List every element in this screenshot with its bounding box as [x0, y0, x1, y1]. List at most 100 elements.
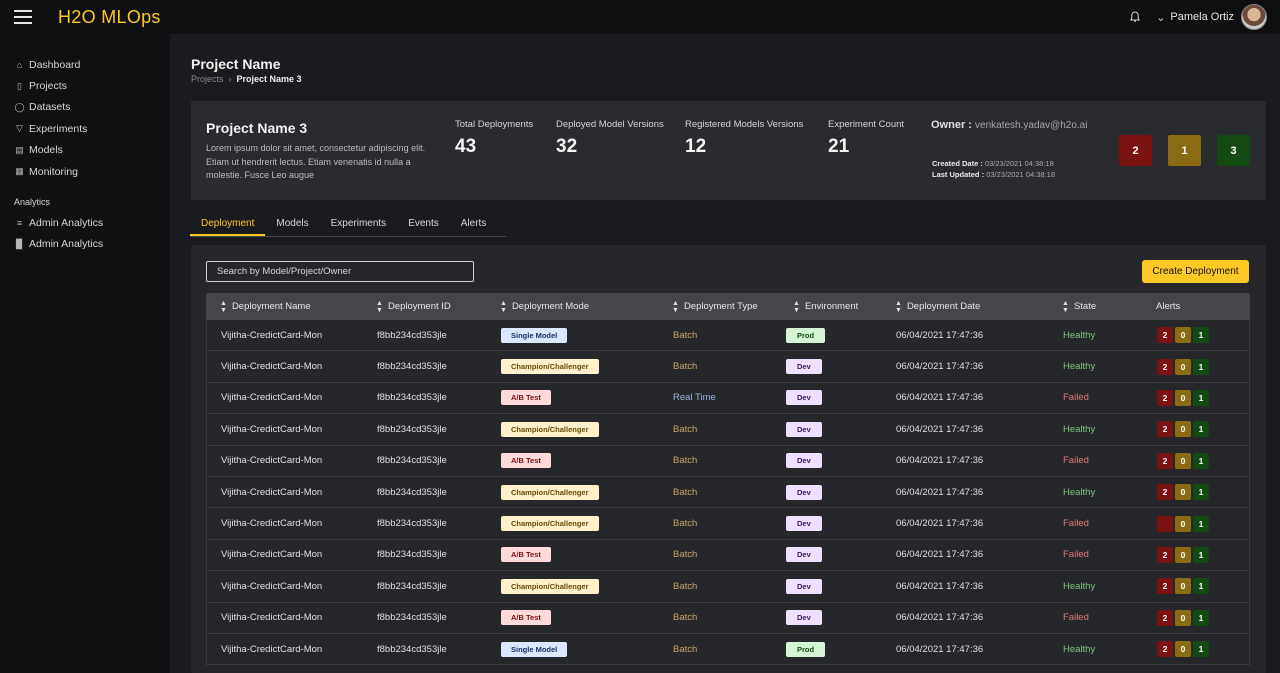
breadcrumb-projects[interactable]: Projects [191, 74, 224, 84]
sort-icon[interactable]: ▲ ▼ [895, 300, 902, 314]
alert-count-green[interactable]: 1 [1193, 641, 1209, 658]
table-row[interactable]: Vijitha-CredictCard-Mon f8bb234cd353jle Ch… [206, 571, 1250, 603]
avatar[interactable] [1241, 4, 1267, 30]
sort-icon[interactable]: ▲ ▼ [1062, 300, 1069, 314]
table-row[interactable]: Vijitha-CredictCard-Mon f8bb234cd353jle A/… [206, 445, 1250, 477]
alert-count-red[interactable]: 2 [1157, 389, 1173, 406]
cell-deployment-name[interactable]: Vijitha-CredictCard-Mon [207, 330, 377, 341]
cell-deployment-name[interactable]: Vijitha-CredictCard-Mon [207, 392, 377, 403]
alert-count-red[interactable]: 2 [1157, 421, 1173, 438]
cell-deployment-name[interactable]: Vijitha-CredictCard-Mon [207, 487, 377, 498]
table-row[interactable]: Vijitha-CredictCard-Mon f8bb234cd353jle A/… [206, 382, 1250, 415]
chevron-down-icon[interactable]: ⌄ [1156, 11, 1165, 24]
alert-count-green[interactable]: 1 [1193, 421, 1209, 438]
alert-badge-yellow[interactable]: 1 [1168, 135, 1201, 166]
alert-count-yellow[interactable]: 0 [1175, 641, 1191, 658]
sidebar-item-projects[interactable]: ▯ Projects [0, 75, 170, 96]
table-row[interactable]: Vijitha-CredictCard-Mon f8bb234cd353jle Ch… [206, 508, 1250, 540]
tab-deployment[interactable]: Deployment [190, 217, 266, 236]
alert-count-green[interactable]: 1 [1193, 327, 1209, 344]
table-row[interactable]: Vijitha-CredictCard-Mon f8bb234cd353jle Ch… [206, 351, 1250, 383]
column-header-deployment-name[interactable]: ▲ ▼ Deployment Name [206, 300, 376, 314]
alert-count-yellow[interactable]: 0 [1175, 421, 1191, 438]
alert-count-green[interactable]: 1 [1193, 578, 1209, 595]
sidebar-item-monitoring[interactable]: ▦ Monitoring [0, 161, 170, 182]
alert-count-red[interactable]: 2 [1157, 452, 1173, 469]
sort-icon[interactable]: ▲ ▼ [500, 300, 507, 314]
alert-count-red[interactable]: 2 [1157, 484, 1173, 501]
alert-count-green[interactable]: 1 [1193, 515, 1209, 532]
mode-badge: A/B Test [501, 547, 551, 563]
alert-count-red[interactable] [1157, 515, 1173, 532]
alert-count-green[interactable]: 1 [1193, 546, 1209, 563]
alert-count-yellow[interactable]: 0 [1175, 358, 1191, 375]
table-row[interactable]: Vijitha-CredictCard-Mon f8bb234cd353jle A/… [206, 539, 1250, 572]
column-header-deployment-mode[interactable]: ▲ ▼ Deployment Mode [498, 300, 658, 314]
column-header-environment[interactable]: ▲ ▼ Environment [778, 300, 895, 314]
alert-count-red[interactable]: 2 [1157, 546, 1173, 563]
search-input[interactable] [206, 261, 474, 282]
table-row[interactable]: Vijitha-CredictCard-Mon f8bb234cd353jle Ch… [206, 476, 1250, 509]
alert-count-green[interactable]: 1 [1193, 609, 1209, 626]
sidebar-item-admin-analytics[interactable]: ▉ Admin Analytics [0, 234, 170, 255]
alert-count-yellow[interactable]: 0 [1175, 389, 1191, 406]
cell-deployment-name[interactable]: Vijitha-CredictCard-Mon [207, 581, 377, 592]
alert-count-yellow[interactable]: 0 [1175, 515, 1191, 532]
user-name[interactable]: Pamela Ortiz [1170, 11, 1234, 23]
alert-count-red[interactable]: 2 [1157, 578, 1173, 595]
column-header-state[interactable]: ▲ ▼ State [1062, 300, 1156, 314]
table-row[interactable]: Vijitha-CredictCard-Mon f8bb234cd353jle Si… [206, 633, 1250, 666]
cell-deployment-name[interactable]: Vijitha-CredictCard-Mon [207, 455, 377, 466]
column-header-deployment-id[interactable]: ▲ ▼ Deployment ID [376, 300, 498, 314]
alert-count-yellow[interactable]: 0 [1175, 546, 1191, 563]
cell-deployment-type: Real Time [673, 392, 716, 404]
table-row[interactable]: Vijitha-CredictCard-Mon f8bb234cd353jle A/… [206, 602, 1250, 634]
table-row[interactable]: Vijitha-CredictCard-Mon f8bb234cd353jle Si… [206, 320, 1250, 352]
app-title[interactable]: H2O MLOps [58, 7, 161, 28]
menu-icon[interactable] [14, 10, 32, 24]
alert-badge-green[interactable]: 3 [1217, 135, 1250, 166]
alert-count-red[interactable]: 2 [1157, 327, 1173, 344]
sort-icon[interactable]: ▲ ▼ [793, 300, 800, 314]
cell-state: Healthy [1063, 329, 1096, 341]
alert-count-yellow[interactable]: 0 [1175, 327, 1191, 344]
create-deployment-button[interactable]: Create Deployment [1142, 260, 1249, 283]
table-row[interactable]: Vijitha-CredictCard-Mon f8bb234cd353jle Ch… [206, 414, 1250, 446]
cell-deployment-name[interactable]: Vijitha-CredictCard-Mon [207, 549, 377, 560]
sort-icon[interactable]: ▲ ▼ [220, 300, 227, 314]
alert-count-yellow[interactable]: 0 [1175, 484, 1191, 501]
cell-deployment-name[interactable]: Vijitha-CredictCard-Mon [207, 644, 377, 655]
tab-alerts[interactable]: Alerts [450, 217, 507, 236]
alert-count-red[interactable]: 2 [1157, 641, 1173, 658]
cell-deployment-name[interactable]: Vijitha-CredictCard-Mon [207, 361, 377, 372]
alert-count-green[interactable]: 1 [1193, 389, 1209, 406]
sort-icon[interactable]: ▲ ▼ [376, 300, 383, 314]
breadcrumb-current: Project Name 3 [236, 74, 302, 84]
alert-count-yellow[interactable]: 0 [1175, 609, 1191, 626]
sidebar-item-dashboard[interactable]: ⌂ Dashboard [0, 54, 170, 75]
cell-deployment-name[interactable]: Vijitha-CredictCard-Mon [207, 518, 377, 529]
alert-badge-red[interactable]: 2 [1119, 135, 1152, 166]
column-label: Deployment Mode [511, 301, 590, 312]
tab-events[interactable]: Events [397, 217, 450, 236]
tab-models[interactable]: Models [265, 217, 319, 236]
sort-icon[interactable]: ▲ ▼ [672, 300, 679, 314]
alert-count-green[interactable]: 1 [1193, 452, 1209, 469]
cell-deployment-name[interactable]: Vijitha-CredictCard-Mon [207, 612, 377, 623]
column-header-deployment-date[interactable]: ▲ ▼ Deployment Date [895, 300, 1062, 314]
alert-count-yellow[interactable]: 0 [1175, 452, 1191, 469]
cell-deployment-type: Batch [673, 549, 698, 561]
sidebar-item-datasets[interactable]: ◯ Datasets [0, 97, 170, 118]
alert-count-green[interactable]: 1 [1193, 358, 1209, 375]
alert-count-yellow[interactable]: 0 [1175, 578, 1191, 595]
alert-count-red[interactable]: 2 [1157, 609, 1173, 626]
column-header-deployment-type[interactable]: ▲ ▼ Deployment Type [658, 300, 778, 314]
bell-icon[interactable] [1128, 10, 1142, 24]
cell-deployment-name[interactable]: Vijitha-CredictCard-Mon [207, 424, 377, 435]
sidebar-item-admin-analytics[interactable]: ≡ Admin Analytics [0, 212, 170, 233]
sidebar-item-experiments[interactable]: ▽ Experiments [0, 118, 170, 139]
alert-count-red[interactable]: 2 [1157, 358, 1173, 375]
tab-experiments[interactable]: Experiments [320, 217, 398, 236]
alert-count-green[interactable]: 1 [1193, 484, 1209, 501]
sidebar-item-models[interactable]: ▤ Models [0, 140, 170, 161]
